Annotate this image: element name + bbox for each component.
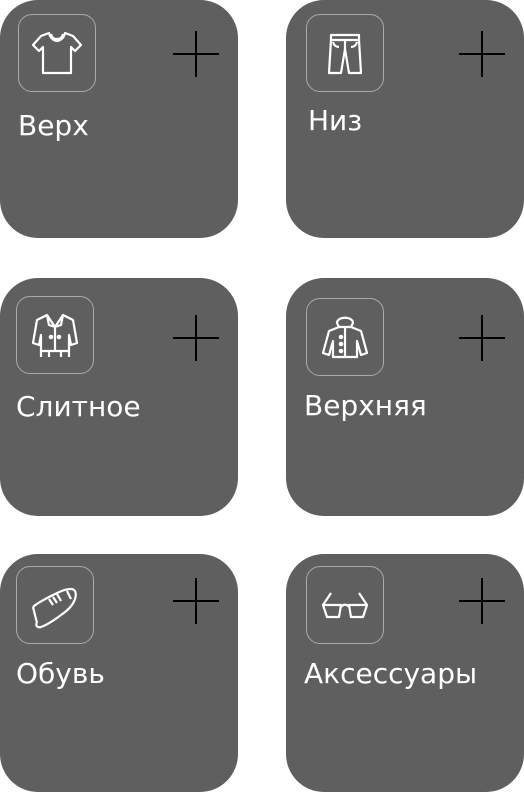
category-card-bottom[interactable]: Низ (286, 0, 524, 238)
add-accessories-button[interactable] (459, 578, 505, 624)
category-label-outerwear: Верхняя (304, 389, 427, 422)
dress-icon (16, 296, 94, 374)
category-card-onepiece[interactable]: Слитное (0, 278, 238, 516)
jacket-icon (306, 298, 384, 376)
category-label-accessories: Аксессуары (304, 657, 478, 690)
add-bottom-button[interactable] (459, 31, 505, 77)
category-card-outerwear[interactable]: Верхняя (286, 278, 524, 516)
category-label-shoes: Обувь (16, 657, 105, 690)
category-card-shoes[interactable]: Обувь (0, 554, 238, 792)
shoe-icon (16, 566, 94, 644)
pants-icon (306, 14, 384, 92)
glasses-icon (306, 566, 384, 644)
category-card-top[interactable]: Верх (0, 0, 238, 238)
tshirt-icon (18, 14, 96, 92)
add-outerwear-button[interactable] (459, 315, 505, 361)
add-shoes-button[interactable] (173, 578, 219, 624)
category-card-accessories[interactable]: Аксессуары (286, 554, 524, 792)
category-label-bottom: Низ (308, 104, 363, 137)
category-label-onepiece: Слитное (16, 390, 141, 423)
add-top-button[interactable] (173, 31, 219, 77)
category-label-top: Верх (18, 109, 89, 142)
add-onepiece-button[interactable] (173, 315, 219, 361)
